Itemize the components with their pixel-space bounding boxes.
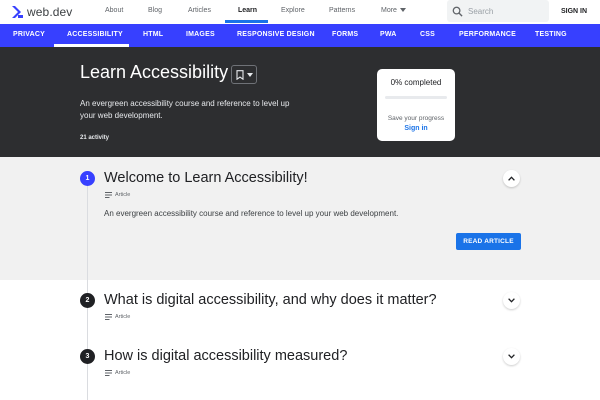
module-type-label: Article	[115, 192, 131, 198]
progress-label: 0% completed	[390, 78, 442, 87]
category-images[interactable]: IMAGES	[186, 24, 215, 47]
bookmark-icon	[235, 69, 244, 80]
module-number-3: 3	[80, 349, 95, 364]
module-description-1: An evergreen accessibility course and re…	[104, 209, 399, 218]
module-title-2[interactable]: What is digital accessibility, and why d…	[104, 292, 437, 308]
category-css[interactable]: CSS	[420, 24, 435, 47]
collapse-button-1[interactable]	[503, 170, 520, 187]
chevron-down-icon	[508, 298, 515, 303]
article-icon	[105, 192, 112, 198]
nav-link-articles[interactable]: Articles	[188, 0, 211, 24]
article-icon	[105, 314, 112, 320]
bookmark-button[interactable]	[231, 65, 257, 84]
read-article-button[interactable]: READ ARTICLE	[456, 233, 521, 250]
expand-button-3[interactable]	[503, 348, 520, 365]
nav-active-indicator	[225, 20, 268, 23]
module-number-2: 2	[80, 293, 95, 308]
save-progress-text: Save your progress	[387, 115, 445, 122]
category-testing[interactable]: TESTING	[535, 24, 567, 47]
activity-count: 21 activity	[80, 135, 110, 141]
search-input[interactable]	[468, 6, 548, 16]
search-icon	[452, 6, 463, 17]
module-type-2: Article	[105, 314, 130, 320]
progress-bar	[385, 96, 447, 99]
course-description: An evergreen accessibility course and re…	[80, 99, 290, 120]
nav-link-more[interactable]: More	[381, 0, 406, 24]
expand-button-2[interactable]	[503, 292, 520, 309]
progress-sign-in-link[interactable]: Sign in	[377, 125, 455, 132]
category-pwa[interactable]: PWA	[380, 24, 397, 47]
category-responsive-design[interactable]: RESPONSIVE DESIGN	[237, 24, 315, 47]
top-navigation: web.dev About Blog Articles Learn Explor…	[0, 0, 600, 24]
module-title-1[interactable]: Welcome to Learn Accessibility!	[104, 170, 308, 186]
module-type-1: Article	[105, 192, 130, 198]
nav-more-label: More	[381, 7, 397, 14]
logo-text: web.dev	[27, 5, 73, 19]
module-title-3[interactable]: How is digital accessibility measured?	[104, 348, 347, 364]
module-type-3: Article	[105, 370, 130, 376]
nav-link-about[interactable]: About	[105, 0, 123, 24]
module-type-label: Article	[115, 314, 131, 320]
progress-card: 0% completed Save your progress Sign in	[377, 69, 455, 141]
category-performance[interactable]: PERFORMANCE	[459, 24, 516, 47]
module-number-1: 1	[80, 171, 95, 186]
category-html[interactable]: HTML	[143, 24, 163, 47]
category-privacy[interactable]: PRIVACY	[13, 24, 45, 47]
search-box[interactable]	[447, 0, 549, 22]
page-title: Learn Accessibility	[80, 62, 229, 82]
chevron-up-icon	[508, 176, 515, 181]
module-type-label: Article	[115, 370, 131, 376]
webdev-logo-icon	[12, 6, 23, 18]
article-icon	[105, 370, 112, 376]
category-forms[interactable]: FORMS	[332, 24, 358, 47]
webdev-logo[interactable]: web.dev	[12, 4, 72, 20]
chevron-down-icon	[246, 72, 253, 77]
nav-link-explore[interactable]: Explore	[281, 0, 305, 24]
nav-link-blog[interactable]: Blog	[148, 0, 162, 24]
chevron-down-icon	[399, 8, 406, 13]
chevron-down-icon	[508, 354, 515, 359]
sign-in-button[interactable]: SIGN IN	[561, 0, 587, 24]
nav-link-patterns[interactable]: Patterns	[329, 0, 355, 24]
